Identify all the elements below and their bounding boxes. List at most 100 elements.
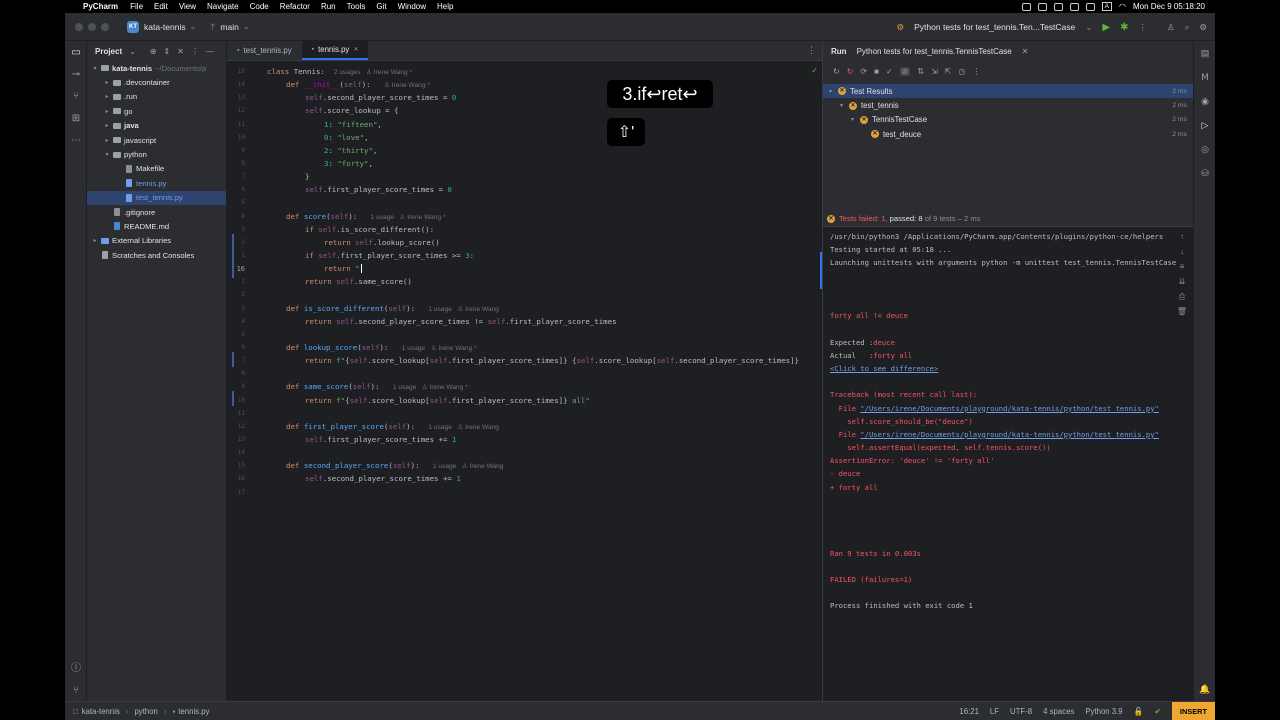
chevron-down-icon[interactable]: ▾ [91, 65, 99, 72]
code-line[interactable]: 8 3: "forty", [227, 157, 823, 170]
diff-link[interactable]: <Click to see difference> [830, 364, 938, 373]
code-line[interactable]: 1 if self.first_player_score_times >= 3: [227, 249, 823, 262]
scroll-end-icon[interactable]: ⇊ [1175, 277, 1189, 292]
code-line[interactable]: 13 self.second_player_score_times = 0 [227, 91, 823, 104]
input-source-indicator[interactable]: A [1101, 2, 1112, 11]
chevron-right-icon[interactable]: ▸ [103, 122, 111, 129]
code-line[interactable]: 12 def first_player_score(self): 1 usage … [227, 420, 823, 433]
bluetooth-icon[interactable] [1069, 2, 1079, 11]
tree-item[interactable]: ▸ java [87, 119, 226, 133]
tree-item[interactable]: ▸ javascript [87, 133, 226, 147]
project-panel-title[interactable]: Project [95, 47, 122, 56]
commit-icon[interactable]: ⊸ [65, 63, 87, 85]
more-icon[interactable]: ⋮ [972, 67, 980, 76]
menu-item[interactable]: Edit [154, 2, 168, 11]
status-icon[interactable] [1053, 2, 1063, 11]
menu-item[interactable]: View [179, 2, 196, 11]
wrap-icon[interactable]: ≡ [1175, 262, 1189, 277]
tree-item[interactable]: Makefile [87, 162, 226, 176]
code-line[interactable]: 8 [227, 367, 823, 380]
close-icon[interactable]: ✕ [353, 46, 358, 53]
print-icon[interactable]: ⎙ [1175, 292, 1189, 307]
menu-item[interactable]: Run [321, 2, 336, 11]
status-icon[interactable] [1037, 2, 1047, 11]
code-line[interactable]: 12 self.score_lookup = { [227, 104, 823, 117]
tree-item[interactable]: Scratches and Consoles [87, 248, 226, 262]
code-line[interactable]: 9 def same_score(self): 1 usage ♙ Irene W… [227, 380, 823, 393]
file-encoding[interactable]: UTF-8 [1010, 707, 1032, 716]
tree-item[interactable]: README.md [87, 219, 226, 233]
git-icon[interactable]: ⑂ [65, 679, 87, 701]
battery-icon[interactable] [1085, 2, 1095, 11]
rerun-failed-icon[interactable]: ↻ [847, 67, 854, 76]
minimize-dot[interactable] [88, 22, 96, 31]
run-icon[interactable]: ▷ [1194, 113, 1215, 137]
console-output[interactable]: /usr/bin/python3 /Applications/PyCharm.a… [823, 227, 1193, 612]
chevron-right-icon[interactable]: ▸ [103, 108, 111, 115]
menu-item[interactable]: File [130, 2, 143, 11]
code-line[interactable]: 13 self.first_player_score_times += 1 [227, 433, 823, 446]
code-line[interactable]: 14 def __init__(self): ♙ Irene Wang * [227, 78, 823, 91]
clock[interactable]: Mon Dec 9 05:18:20 [1133, 2, 1205, 11]
zoom-dot[interactable] [101, 22, 109, 31]
services-icon[interactable]: ◉ [1194, 89, 1215, 113]
tree-item[interactable]: tennis.py [87, 176, 226, 190]
code-area[interactable]: 15 class Tennis: 2 usages ♙ Irene Wang * 1… [227, 65, 823, 499]
problems-icon[interactable]: ⓘ [65, 655, 87, 677]
chevron-down-icon[interactable]: ▾ [103, 151, 111, 158]
tree-item[interactable]: ▾ kata-tennis ~/Documents/p [87, 61, 226, 75]
run-panel-title[interactable]: Run [831, 47, 847, 56]
code-line[interactable]: 6 self.first_player_score_times = 0 [227, 183, 823, 196]
menu-item[interactable]: Help [437, 2, 453, 11]
rerun-icon[interactable]: ⟳ [860, 67, 867, 76]
project-badge[interactable]: KT [127, 20, 139, 33]
line-separator[interactable]: LF [990, 707, 999, 716]
sort-icon[interactable]: ⇅ [917, 67, 924, 76]
menu-app-name[interactable]: PyCharm [83, 2, 118, 11]
minimize-icon[interactable]: — [206, 47, 214, 56]
gear-icon[interactable]: ⚙ [1199, 22, 1207, 33]
bell-icon[interactable]: 🔔 [1194, 677, 1215, 701]
up-icon[interactable]: ↑ [1175, 232, 1189, 247]
show-ignored-icon[interactable]: ⊘ [899, 66, 911, 76]
code-line[interactable]: 2 return self.lookup_score() [227, 236, 823, 249]
breadcrumb-project[interactable]: kata-tennis [82, 707, 120, 716]
code-line[interactable]: 16 return "​ [227, 262, 823, 275]
collapse-icon[interactable]: ⇱ [945, 67, 952, 76]
menu-item[interactable]: Git [376, 2, 386, 11]
run-config-tab[interactable]: Python tests for test_tennis.TennisTestC… [857, 47, 1012, 56]
breadcrumb-folder[interactable]: python [134, 707, 157, 716]
test-tree-item[interactable]: ▾ ✕ Test Results 2 ms [823, 84, 1193, 99]
ai-icon[interactable]: ◎ [1194, 137, 1215, 161]
vim-icon[interactable]: ✔ [1154, 707, 1161, 716]
chevron-right-icon[interactable]: ▸ [103, 137, 111, 144]
rerun-icon[interactable]: ↻ [833, 67, 840, 76]
code-line[interactable]: 9 2: "thirty", [227, 144, 823, 157]
more-icon[interactable]: ⋮ [807, 45, 816, 56]
lock-icon[interactable]: 🔓 [1134, 707, 1144, 716]
wifi-icon[interactable]: ◠ [1119, 2, 1126, 11]
chevron-down-icon[interactable]: ⌄ [129, 47, 136, 56]
close-dot[interactable] [75, 22, 83, 31]
chevron-down-icon[interactable]: ▾ [829, 88, 838, 95]
breadcrumb-file[interactable]: tennis.py [178, 707, 209, 716]
git-icon[interactable]: ⑂ [65, 85, 87, 107]
file-link[interactable]: "/Users/irene/Documents/playground/kata-… [860, 430, 1159, 439]
close-icon[interactable]: ✕ [1022, 47, 1029, 56]
tree-item[interactable]: test_tennis.py [87, 190, 226, 205]
menu-item[interactable]: Code [250, 2, 269, 11]
code-line[interactable]: 1 return self.same_score() [227, 275, 823, 288]
close-icon[interactable]: ✕ [177, 47, 184, 56]
code-line[interactable]: 7} [227, 170, 823, 183]
expand-icon[interactable]: ⇕ [164, 47, 171, 56]
code-line[interactable]: 4 def score(self): 1 usage ♙ Irene Wang * [227, 210, 823, 223]
check-icon[interactable]: ✓ [886, 67, 893, 76]
project-name[interactable]: kata-tennis [144, 22, 186, 32]
cursor-position[interactable]: 16:21 [959, 707, 979, 716]
tree-item[interactable]: ▸ go [87, 104, 226, 118]
expand-icon[interactable]: ⇲ [931, 67, 938, 76]
run-config-selector[interactable]: Python tests for test_tennis.Ten...TestC… [914, 22, 1075, 32]
tree-item[interactable]: ▸ External Libraries [87, 234, 226, 248]
window-controls[interactable] [75, 22, 109, 31]
menu-item[interactable]: Tools [347, 2, 366, 11]
